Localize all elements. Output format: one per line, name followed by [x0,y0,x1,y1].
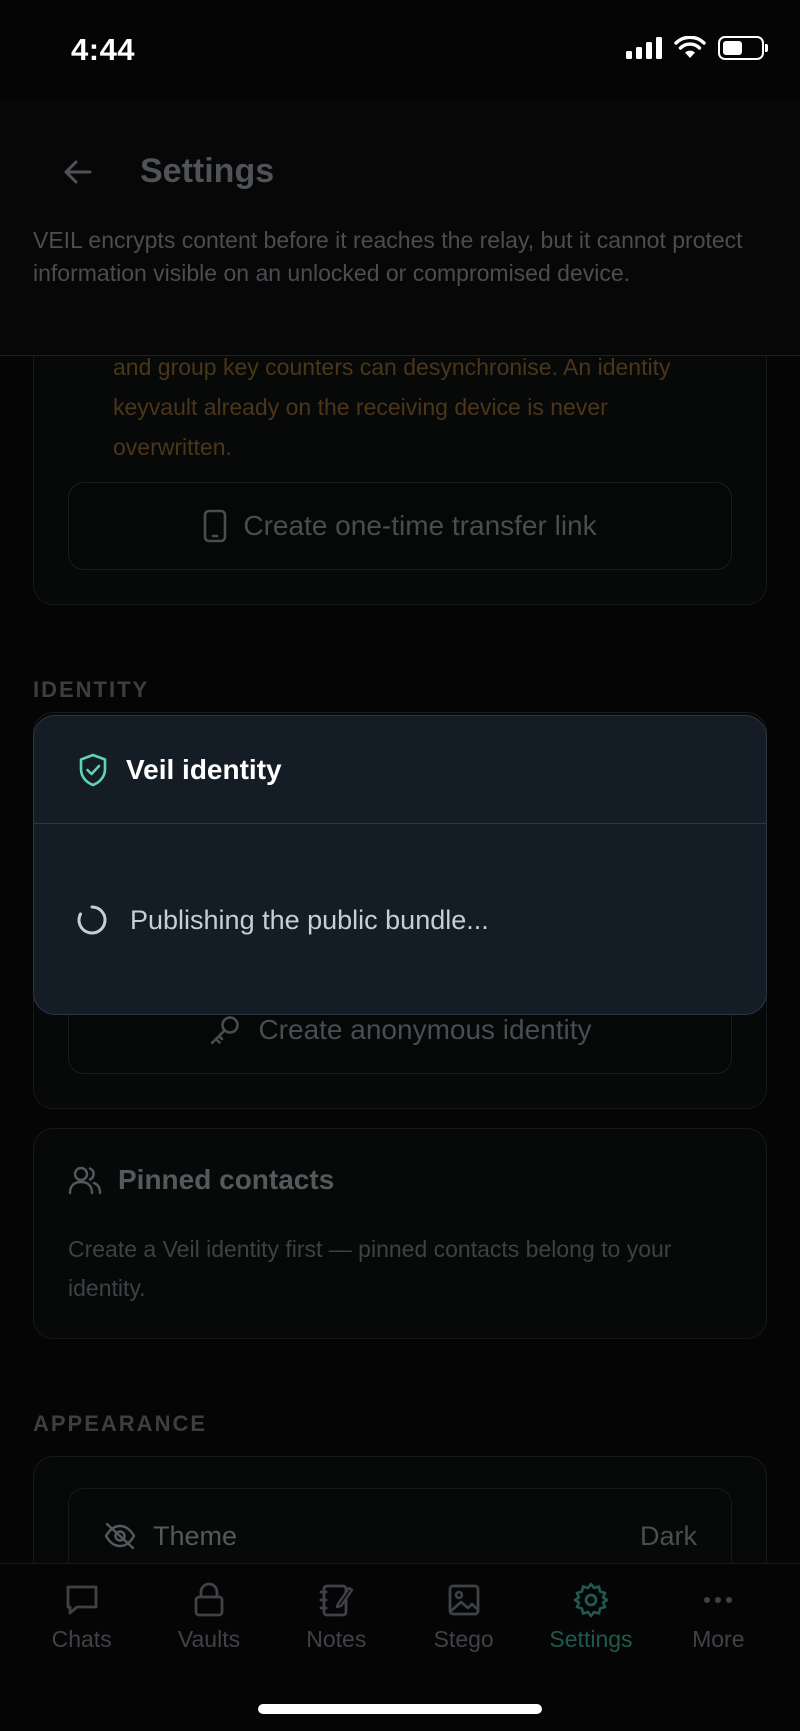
tab-settings-label: Settings [549,1626,633,1652]
eye-off-icon [104,1522,136,1550]
users-icon [68,1166,102,1195]
tab-more[interactable]: More [655,1580,782,1653]
cellular-signal-icon [626,37,662,59]
create-anonymous-identity-label: Create anonymous identity [258,1014,592,1045]
settings-header: Settings VEIL encrypts content before it… [0,100,800,356]
tab-vaults[interactable]: Vaults [145,1580,272,1653]
theme-value: Dark [639,1520,697,1551]
section-label-identity: IDENTITY [33,677,150,702]
status-time: 4:44 [71,32,136,67]
tab-chats-label: Chats [51,1626,112,1652]
bottom-tab-bar: Chats Vaults Notes Stego Settings More [0,1563,800,1731]
transfer-warning: and group key counters can desynchronise… [113,354,671,460]
wifi-icon [674,36,706,58]
shield-check-icon [79,753,107,786]
spinner-icon [77,905,107,935]
dialog-title: Veil identity [126,753,282,785]
theme-label: Theme [153,1520,238,1551]
create-transfer-link-label: Create one-time transfer link [243,510,597,541]
tab-stego[interactable]: Stego [400,1580,527,1653]
section-label-appearance: APPEARANCE [33,1411,208,1436]
more-icon [704,1597,733,1603]
home-indicator [258,1704,542,1714]
phone-icon [204,509,227,543]
arrow-left-icon [64,160,92,184]
pinned-contacts-title: Pinned contacts [118,1164,335,1195]
header-description: VEIL encrypts content before it reaches … [33,227,743,286]
tab-stego-label: Stego [433,1626,494,1652]
dialog-status: Publishing the public bundle... [130,904,489,935]
image-icon [448,1584,480,1616]
settings-screen: 4:44 Settings VEIL encrypts content befo… [0,0,800,1731]
gear-icon [573,1582,609,1618]
lock-icon [194,1582,224,1617]
tab-notes-label: Notes [306,1626,367,1652]
notebook-icon [319,1584,354,1617]
tab-notes[interactable]: Notes [273,1580,400,1653]
pinned-contacts-title-row: Pinned contacts [68,1163,334,1197]
status-icons [626,36,768,60]
status-bar: 4:44 [0,0,800,100]
pinned-contacts-body: Create a Veil identity first — pinned co… [68,1236,672,1301]
tab-vaults-label: Vaults [177,1626,241,1652]
battery-icon [718,36,768,60]
tab-more-label: More [692,1626,745,1652]
tab-settings[interactable]: Settings [527,1580,654,1653]
key-icon [211,1016,240,1045]
dialog-header: Veil identity [34,716,766,824]
create-transfer-link-button[interactable]: Create one-time transfer link [68,482,732,570]
chat-icon [66,1585,98,1615]
page-title: Settings [140,152,275,190]
veil-identity-dialog: Veil identity Publishing the public bund… [33,715,767,1015]
dialog-body: Publishing the public bundle... [34,824,766,1014]
tab-chats[interactable]: Chats [18,1580,145,1653]
back-button[interactable] [56,150,100,194]
